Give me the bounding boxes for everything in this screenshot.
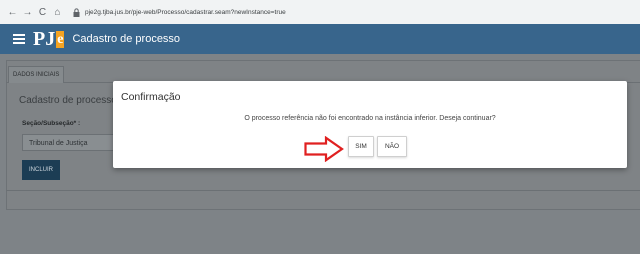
dialog-message: O processo referência não foi encontrado… <box>244 115 496 122</box>
dialog-title: Confirmação <box>121 91 181 103</box>
home-icon[interactable]: ⌂ <box>51 5 64 19</box>
divider <box>6 190 640 191</box>
logo-text: PJ <box>33 28 56 50</box>
arrow-annotation-icon <box>304 136 344 162</box>
reload-icon[interactable]: C <box>36 5 49 19</box>
forward-icon[interactable]: → <box>21 5 34 19</box>
menu-icon[interactable] <box>13 34 25 44</box>
cancel-button[interactable]: NÃO <box>377 136 407 157</box>
secao-subsecao-select[interactable]: Tribunal de Justiça <box>22 134 122 151</box>
logo-accent: e <box>56 30 65 48</box>
pje-logo: PJ e <box>33 28 65 50</box>
page-title: Cadastro de processo <box>72 33 181 45</box>
browser-toolbar: ← → C ⌂ pje2g.tjba.jus.br/pje-web/Proces… <box>0 0 640 25</box>
form-heading: Cadastro de processo <box>19 95 117 106</box>
lock-icon <box>72 7 81 17</box>
incluir-button[interactable]: INCLUIR <box>22 160 60 180</box>
app-header: PJ e Cadastro de processo <box>0 24 640 54</box>
back-icon[interactable]: ← <box>6 5 19 19</box>
confirm-button[interactable]: SIM <box>348 136 374 157</box>
confirmation-dialog: Confirmação O processo referência não fo… <box>113 81 627 168</box>
tab-dados-iniciais[interactable]: DADOS INICIAIS <box>8 66 65 83</box>
tab-bar <box>6 60 640 83</box>
address-bar[interactable]: pje2g.tjba.jus.br/pje-web/Processo/cadas… <box>85 9 286 16</box>
secao-subsecao-label: Seção/Subseção* : <box>22 120 81 127</box>
